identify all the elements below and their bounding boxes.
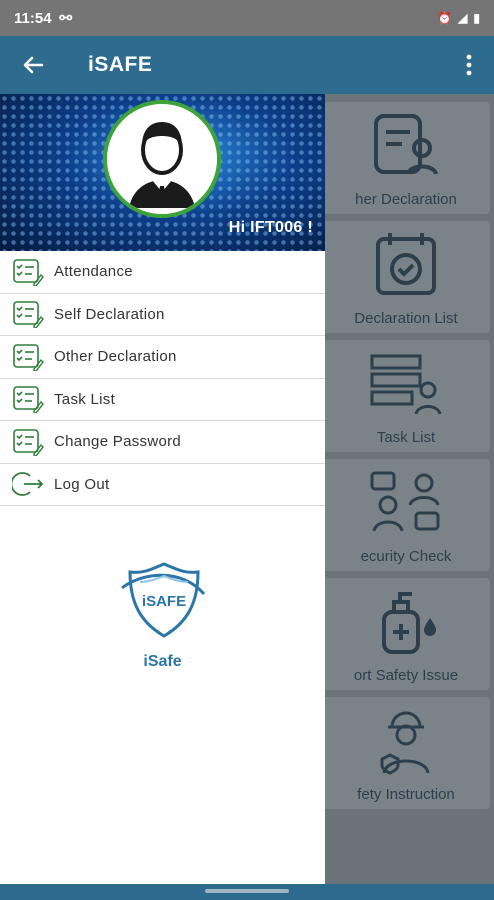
app-logo-block: iSAFE iSafe (0, 562, 325, 671)
card-label: ecurity Check (360, 548, 452, 565)
drawer-menu: Attendance Self Declaration Other Declar… (0, 251, 325, 506)
logo-text: iSAFE (141, 593, 185, 610)
card-label: fety Instruction (357, 786, 455, 803)
isafe-shield-logo: iSAFE (120, 562, 205, 638)
card-label: Task List (376, 429, 436, 446)
worker-icon (380, 711, 430, 775)
app-title: iSAFE (88, 53, 153, 76)
card-safety-instruction: fety Instruction (322, 697, 490, 809)
card-label: her Declaration (355, 191, 457, 208)
menu-item-label: Change Password (54, 433, 182, 451)
document-user-icon (374, 114, 438, 175)
menu-item-label: Other Declaration (54, 348, 177, 366)
menu-item-label: Log Out (54, 475, 110, 493)
card-label: Declaration List (354, 310, 458, 327)
card-task-list: Task List (322, 340, 490, 452)
card-report-safety-issue: ort Safety Issue (322, 578, 490, 690)
menu-item-other-declaration[interactable]: Other Declaration (0, 336, 325, 379)
checklist-icon (0, 343, 54, 371)
system-nav-bar (0, 884, 494, 900)
overflow-menu-icon[interactable] (444, 36, 494, 94)
avatar (103, 100, 221, 218)
menu-item-label: Attendance (54, 263, 133, 281)
card-declaration-list: Declaration List (322, 221, 490, 333)
checklist-icon (0, 258, 54, 286)
card-other-declaration: her Declaration (322, 102, 490, 214)
status-bar: 11:54 ⚯ ⏰ ◢ ▮ (0, 0, 494, 36)
status-time: 11:54 (14, 9, 52, 27)
menu-item-log-out[interactable]: Log Out (0, 464, 325, 506)
security-check-icon (370, 471, 440, 532)
alarm-icon: ⏰ (437, 11, 453, 25)
battery-icon: ▮ (473, 11, 480, 25)
app-bar: iSAFE (0, 36, 494, 94)
signal-icon: ◢ (458, 11, 468, 25)
navigation-drawer: Hi IFT006 ! Attendance Self Declaration … (0, 94, 325, 884)
card-label: ort Safety Issue (353, 667, 459, 684)
gesture-handle[interactable] (205, 889, 289, 893)
menu-item-self-declaration[interactable]: Self Declaration (0, 294, 325, 336)
menu-item-label: Task List (54, 390, 116, 408)
checklist-icon (0, 385, 54, 414)
checklist-icon (0, 428, 54, 456)
logout-icon (0, 470, 54, 498)
checklist-icon (0, 300, 54, 329)
menu-item-task-list[interactable]: Task List (0, 379, 325, 421)
sanitizer-icon (382, 592, 436, 654)
calendar-check-icon (376, 233, 436, 295)
user-greeting: Hi IFT006 ! (228, 219, 313, 236)
menu-item-attendance[interactable]: Attendance (0, 251, 325, 294)
task-list-icon (370, 354, 442, 415)
at-sign-icon: ⚯ (59, 10, 73, 27)
user-avatar-icon (107, 104, 217, 214)
back-arrow-icon[interactable] (0, 36, 66, 94)
logo-caption: iSafe (143, 653, 182, 670)
status-icons: ⏰ ◢ ▮ (437, 11, 480, 25)
menu-item-label: Self Declaration (54, 305, 165, 323)
drawer-header: Hi IFT006 ! (0, 94, 325, 251)
card-security-check: ecurity Check (322, 459, 490, 571)
menu-item-change-password[interactable]: Change Password (0, 421, 325, 464)
